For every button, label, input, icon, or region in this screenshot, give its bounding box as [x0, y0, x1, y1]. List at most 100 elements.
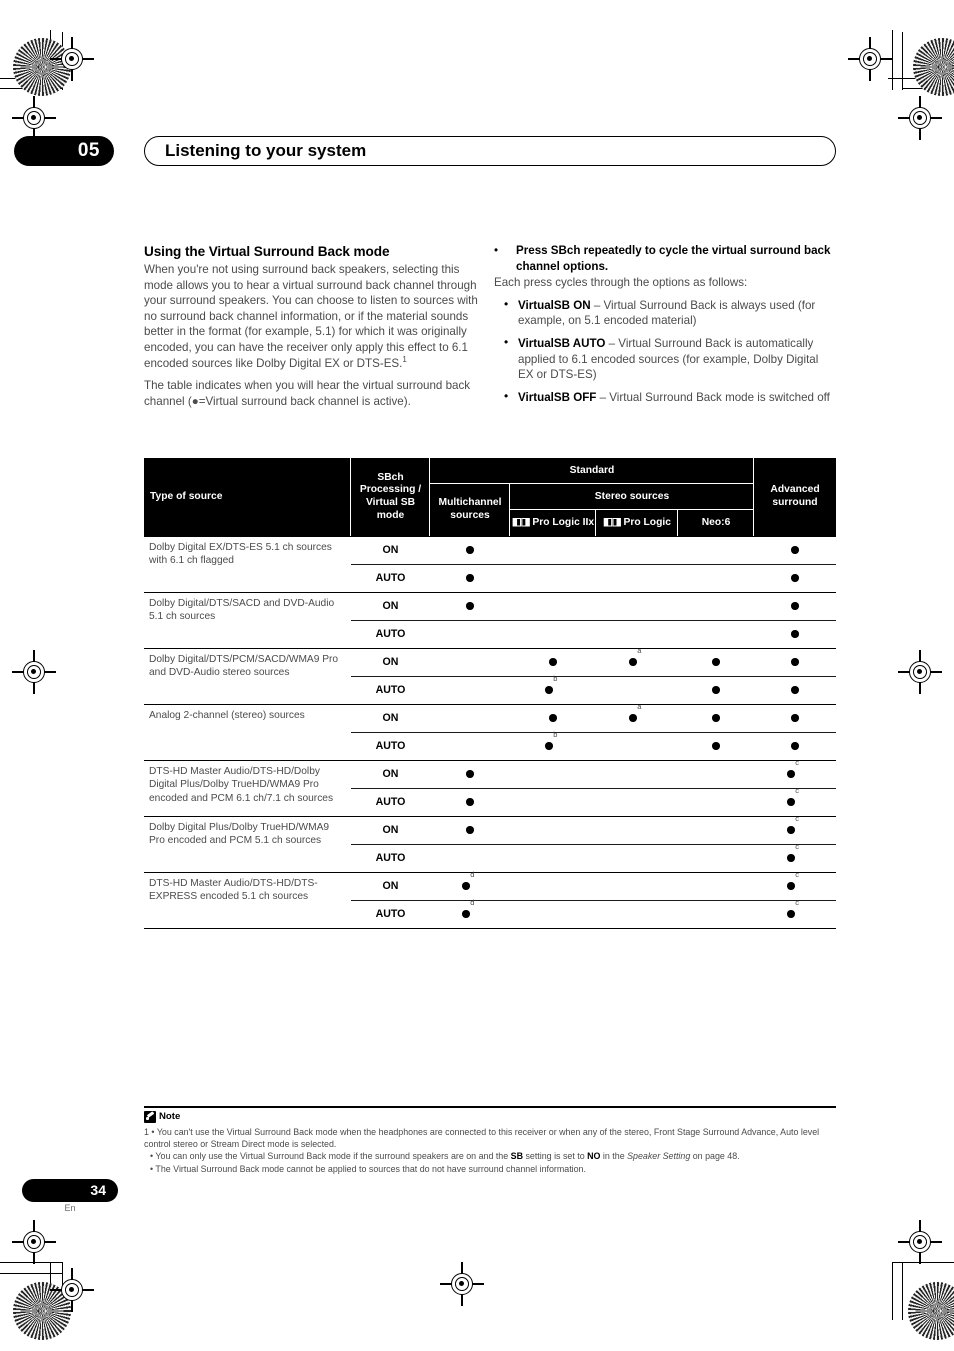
left-text-column: Using the Virtual Surround Back mode Whe…	[144, 243, 482, 416]
registration-mark-icon	[898, 96, 942, 140]
sbch-mode-cell: AUTO	[375, 628, 406, 640]
note-item: • The Virtual Surround Back mode cannot …	[150, 1163, 586, 1174]
source-type-cell: Dolby Digital/DTS/PCM/SACD/WMA9 Pro and …	[149, 654, 339, 679]
note-title: Note	[159, 1111, 181, 1123]
sbch-mode-cell: AUTO	[375, 572, 406, 584]
column-header-pro-logic-iix: ◧◨ Pro Logic IIx	[510, 510, 596, 536]
sbch-mode-cell: ON	[382, 824, 399, 836]
each-press-text: Each press cycles through the options as…	[494, 276, 748, 290]
active-mark: c	[787, 842, 799, 867]
active-mark: b	[545, 730, 557, 755]
mark-footnote-ref: b	[553, 730, 558, 739]
active-mark	[791, 737, 799, 755]
page-title: Listening to your system	[144, 136, 836, 166]
sbch-mode-cell: ON	[382, 712, 399, 724]
filled-circle-icon	[466, 602, 474, 610]
footnote-ref-1: 1	[402, 354, 407, 364]
table-body: ON AUTO Dolby Digital EX/DTS-ES 5.1 ch so…	[144, 536, 836, 929]
sbch-mode-cell: AUTO	[375, 796, 406, 808]
registration-mark-icon	[12, 650, 56, 694]
note-block: Note 1 • You can't use the Virtual Surro…	[144, 1106, 836, 1175]
column-header-neo6: Neo:6	[701, 516, 731, 528]
mark-cell-advanced	[754, 709, 836, 727]
mark-footnote-ref: c	[795, 870, 799, 879]
active-mark: d	[462, 870, 474, 895]
mark-cell-neo6	[678, 737, 754, 755]
source-type-cell: Dolby Digital Plus/Dolby TrueHD/WMA9 Pro…	[149, 822, 330, 847]
note-divider	[144, 1106, 836, 1108]
active-mark: b	[545, 674, 557, 699]
active-mark	[466, 765, 474, 783]
mark-cell-advanced	[754, 653, 836, 671]
active-mark	[466, 821, 474, 839]
mark-footnote-ref: c	[795, 842, 799, 851]
mark-cell-advanced: c	[754, 898, 836, 923]
filled-circle-icon	[466, 798, 474, 806]
sbch-mode-cell: ON	[382, 544, 399, 556]
active-mark	[791, 709, 799, 727]
active-mark	[466, 541, 474, 559]
note-item-text: The Virtual Surround Back mode cannot be…	[155, 1163, 586, 1174]
mark-footnote-ref: c	[795, 898, 799, 907]
active-mark	[466, 569, 474, 587]
speaker-setting-ref: Speaker Setting	[627, 1151, 691, 1162]
mark-cell-neo6	[678, 709, 754, 727]
active-mark: c	[787, 814, 799, 839]
mark-cell-multichannel	[430, 765, 510, 783]
active-mark	[712, 681, 720, 699]
column-header-stereo-sources: Stereo sources	[594, 490, 670, 502]
mark-cell-pro-logic-iix	[510, 709, 596, 727]
mark-footnote-ref: b	[553, 674, 558, 683]
active-mark: a	[629, 702, 641, 727]
filled-circle-icon	[787, 826, 795, 834]
filled-circle-icon	[787, 910, 795, 918]
chapter-number-badge: 05	[14, 136, 114, 166]
mark-cell-advanced	[754, 681, 836, 699]
list-item: VirtualSB AUTO – Virtual Surround Back i…	[494, 335, 832, 383]
mark-cell-multichannel	[430, 541, 510, 559]
table-group: ON AUTO Dolby Digital/DTS/SACD and DVD-Au…	[144, 592, 836, 648]
mark-cell-multichannel	[430, 569, 510, 587]
mark-cell-pro-logic-iix: b	[510, 674, 596, 699]
mark-cell-advanced	[754, 597, 836, 615]
mark-cell-pro-logic-iix	[510, 653, 596, 671]
list-item: VirtualSB OFF – Virtual Surround Back mo…	[494, 389, 832, 406]
source-type-cell: Analog 2-channel (stereo) sources	[149, 710, 305, 721]
pro-logic-iix-label: Pro Logic IIx	[532, 516, 595, 528]
sb-setting-label: SB	[510, 1151, 523, 1162]
active-mark	[712, 653, 720, 671]
mark-cell-multichannel: d	[430, 898, 510, 923]
note-item-number: 1	[144, 1126, 149, 1137]
active-mark	[712, 709, 720, 727]
note-item-text: on page 48.	[690, 1151, 740, 1162]
sbch-mode-cell: ON	[382, 880, 399, 892]
filled-circle-icon	[462, 910, 470, 918]
filled-circle-icon	[712, 714, 720, 722]
active-mark: a	[629, 646, 641, 671]
intro-paragraph-text: When you're not using surround back spea…	[144, 263, 478, 370]
filled-circle-icon	[791, 546, 799, 554]
page-language-label: En	[64, 1203, 76, 1213]
column-header-multichannel: Multichannel sources	[438, 497, 502, 521]
table-group: ON c AUTO c Dolby Digital Plus/Dolby TrueHD…	[144, 814, 836, 872]
note-item-text: in the	[600, 1151, 628, 1162]
note-header: Note	[144, 1110, 836, 1123]
active-mark: c	[787, 898, 799, 923]
registration-mark-icon	[440, 1262, 484, 1306]
intro-paragraph: When you're not using surround back spea…	[144, 262, 482, 371]
table-group: ON d c AUTO d c DTS-HD Master Audio/DTS-HD/DT…	[144, 870, 836, 928]
note-item-text: You can only use the Virtual Surround Ba…	[155, 1151, 511, 1162]
mark-cell-advanced: c	[754, 758, 836, 783]
mark-cell-advanced: c	[754, 814, 836, 839]
table-legend-paragraph: The table indicates when you will hear t…	[144, 379, 471, 408]
source-type-cell: DTS-HD Master Audio/DTS-HD/Dolby Digital…	[149, 766, 334, 804]
filled-circle-icon	[712, 742, 720, 750]
column-header-standard: Standard	[569, 464, 615, 476]
source-type-cell: Dolby Digital EX/DTS-ES 5.1 ch sources w…	[149, 542, 332, 567]
active-mark: c	[787, 758, 799, 783]
registration-mark-icon	[12, 96, 56, 140]
sbch-mode-cell: AUTO	[375, 740, 406, 752]
active-mark	[791, 625, 799, 643]
filled-circle-icon	[791, 602, 799, 610]
instruction-text: Press SBch repeatedly to cycle the virtu…	[516, 244, 831, 273]
